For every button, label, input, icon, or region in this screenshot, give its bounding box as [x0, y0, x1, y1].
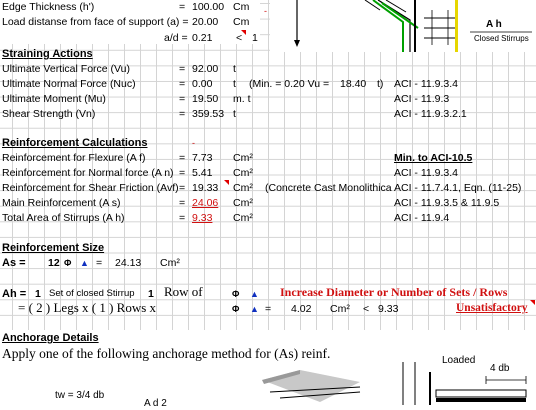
anchorage-subtitle: Apply one of the following anchorage met… [2, 346, 331, 361]
unit: Cm² [233, 212, 253, 224]
min-value: 18.40 [340, 78, 367, 90]
spin-icon[interactable]: ▲ [80, 257, 89, 269]
straining-label: Ultimate Normal Force (Nuc) [2, 78, 136, 90]
edge-thickness-label: Edge Thickness (h') [2, 1, 95, 13]
as-area: 24.13 [115, 257, 142, 269]
cast-note: (Concrete Cast Monolithically [265, 182, 392, 194]
unit: m. t [233, 93, 251, 105]
unit: Cm² [233, 182, 253, 194]
as-label: As = [2, 257, 26, 269]
unit: Cm² [233, 152, 253, 164]
reinf-label: Main Reinforcement (A s) [2, 197, 121, 209]
unit: Cm² [233, 197, 253, 209]
avf-value: 19.33 [192, 182, 219, 194]
vn-value: 359.53 [192, 108, 225, 120]
spin-icon[interactable]: ▲ [250, 288, 259, 300]
nuc-value[interactable]: 0.00 [192, 78, 212, 90]
closed-stirrups-label: Closed Stirrups [474, 34, 529, 43]
unit: t [233, 108, 236, 120]
equals: = [179, 78, 186, 90]
spin-icon[interactable]: ▲ [250, 303, 259, 315]
ah-count[interactable]: 1 [35, 288, 41, 300]
an-value: 5.41 [192, 167, 213, 179]
straining-label: Shear Strength (Vn) [2, 108, 96, 120]
row-of-label: Row of [164, 284, 203, 299]
reinf-label: Reinforcement for Flexure (A f) [2, 152, 146, 164]
ah-rows[interactable]: 1 [148, 288, 154, 300]
min-aci-title: Min. to ACI-10.5 [394, 152, 473, 164]
equals: = [179, 1, 186, 13]
ad-label: a/d = [164, 32, 188, 44]
warning-mark: - [264, 6, 267, 16]
min-note: (Min. = 0.20 Vu = [249, 78, 330, 90]
reinf-size-title: Reinforcement Size [2, 242, 105, 254]
ad-limit: 1 [252, 32, 258, 44]
reinf-label: Total Area of Stirrups (A h) [2, 212, 125, 224]
aci-ref: ACI - 11.9.3 [394, 93, 450, 105]
phi-icon: Φ [232, 289, 240, 299]
warning-mark: - [192, 138, 195, 148]
ah-label: Ah = [2, 288, 27, 300]
equals: = [96, 257, 103, 269]
straining-label: Ultimate Vertical Force (Vu) [2, 63, 130, 75]
status-badge: Unsatisfactory [456, 302, 528, 314]
straining-title: Straining Actions [2, 48, 93, 60]
equals: = [179, 182, 186, 194]
load-distance-label: Load distanse from face of support (a) = [2, 16, 189, 28]
unit: t [233, 78, 236, 90]
phi-icon: Φ [232, 304, 240, 314]
unit: t [233, 63, 236, 75]
ah-unit: Cm² [330, 303, 350, 315]
ah-required: 9.33 [378, 303, 399, 315]
mu-value[interactable]: 19.50 [192, 93, 218, 105]
vu-value[interactable]: 92.00 [192, 63, 218, 75]
min-unit: t) [377, 78, 384, 90]
aci-ref: ACI - 11.9.3.4 [394, 78, 459, 90]
as-unit: Cm² [160, 257, 180, 269]
aci-ref: ACI - 11.9.3.2.1 [394, 108, 467, 120]
equals: = [179, 63, 186, 75]
edge-thickness-value[interactable]: 100.00 [192, 1, 224, 13]
straining-label: Ultimate Moment (Mu) [2, 93, 106, 105]
ah-text: Set of closed Stirrup [49, 288, 135, 299]
reinf-label: Reinforcement for Shear Friction (Avf) [2, 182, 179, 194]
aci-ref: ACI - 11.9.4 [394, 212, 450, 224]
phi-icon: Φ [64, 258, 72, 268]
partial-label: A d 2 [144, 398, 167, 409]
ad-value: 0.21 [192, 32, 213, 44]
legs-text: = ( 2 ) Legs x ( 1 ) Rows x [18, 300, 157, 315]
ah-message: Increase Diameter or Number of Sets / Ro… [280, 285, 508, 299]
reinf-calc-title: Reinforcement Calculations [2, 137, 148, 149]
tw-label: tw = 3/4 db [55, 390, 105, 401]
edge-thickness-unit: Cm [233, 1, 250, 13]
equals: = [179, 212, 186, 224]
loaded-label: Loaded [442, 355, 476, 366]
as-value: 24.06 [192, 197, 219, 209]
load-distance-value[interactable]: 20.00 [192, 16, 218, 28]
aci-ref: ACI - 11.9.3.5 & 11.9.5 [394, 197, 500, 209]
ah-diagram-label: A h [486, 19, 502, 30]
equals: = [179, 152, 186, 164]
equals: = [179, 93, 186, 105]
equals: = [179, 197, 186, 209]
aci-ref: ACI - 11.9.3.4 [394, 167, 459, 179]
anchorage-title: Anchorage Details [2, 332, 99, 344]
load-distance-unit: Cm [233, 16, 250, 28]
ah-area: 4.02 [291, 303, 312, 315]
ah-compare: < [363, 303, 370, 315]
reinf-label: Reinforcement for Normal force (A n) [2, 167, 174, 179]
dim-label: 4 db [490, 363, 510, 374]
af-value: 7.73 [192, 152, 213, 164]
equals: = [179, 108, 186, 120]
unit: Cm² [233, 167, 253, 179]
equals: = [265, 303, 272, 315]
as-count[interactable]: 12 [48, 257, 60, 269]
ah-value: 9.33 [192, 212, 213, 224]
equals: = [179, 167, 186, 179]
aci-ref: ACI - 11.7.4.1, Eqn. (11-25) [394, 182, 522, 194]
